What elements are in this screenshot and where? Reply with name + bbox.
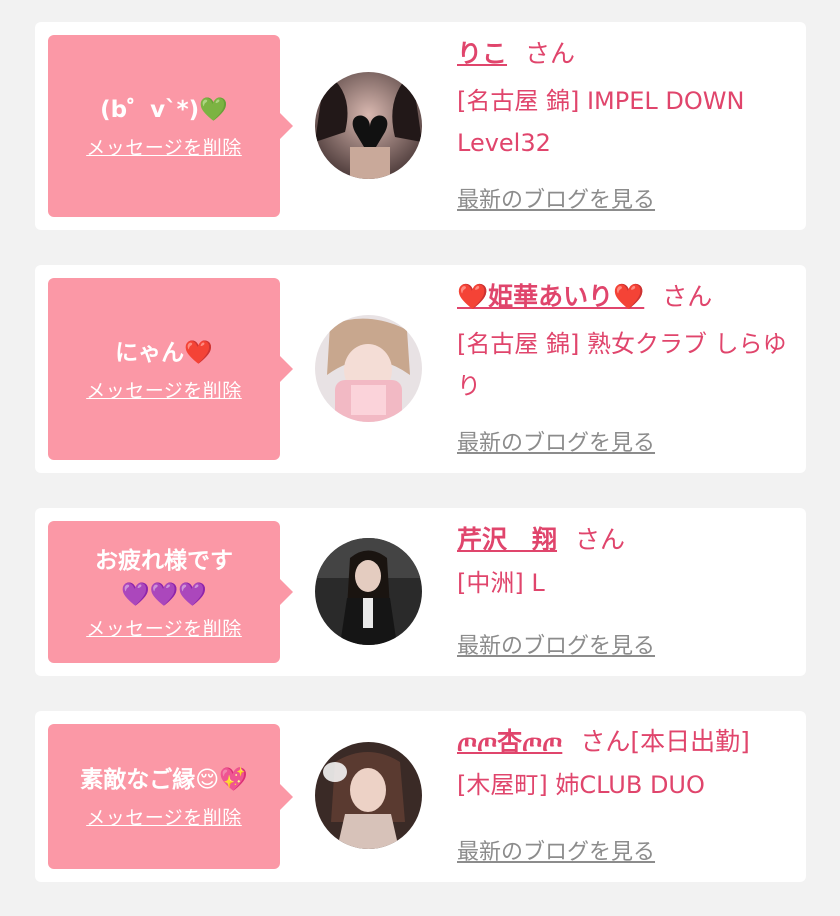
avatar-photo bbox=[315, 72, 422, 179]
avatar[interactable] bbox=[315, 315, 422, 422]
message-bubble: 素敵なご縁😌💖 メッセージを削除 bbox=[48, 724, 293, 869]
honorific: さん bbox=[575, 525, 626, 554]
message-bubble: お疲れ様です💜💜💜 メッセージを削除 bbox=[48, 521, 293, 663]
latest-blog-link[interactable]: 最新のブログを見る bbox=[457, 182, 655, 214]
message-text: (b゜v`*)💚 bbox=[100, 96, 228, 123]
avatar-photo bbox=[315, 742, 422, 849]
cast-name-link[interactable]: 芹沢 翔 bbox=[457, 525, 557, 554]
message-text: 素敵なご縁😌💖 bbox=[80, 767, 248, 793]
delete-message-link[interactable]: メッセージを削除 bbox=[86, 803, 242, 830]
cast-name-link[interactable]: ❤️姫華あいり❤️ bbox=[457, 282, 644, 311]
message-bubble: (b゜v`*)💚 メッセージを削除 bbox=[48, 35, 293, 217]
honorific: さん[本日出勤] bbox=[580, 727, 750, 756]
cast-name-link[interactable]: りこ bbox=[457, 39, 507, 68]
delete-message-link[interactable]: メッセージを削除 bbox=[86, 614, 242, 641]
shop-label: [名古屋 錦] IMPEL DOWN Level32 bbox=[457, 87, 745, 157]
avatar[interactable] bbox=[315, 72, 422, 179]
latest-blog-link[interactable]: 最新のブログを見る bbox=[457, 425, 655, 457]
message-text: にゃん❤️ bbox=[115, 339, 213, 366]
latest-blog-link[interactable]: 最新のブログを見る bbox=[457, 628, 655, 660]
avatar[interactable] bbox=[315, 538, 422, 645]
honorific: さん bbox=[662, 282, 713, 311]
avatar-photo bbox=[315, 315, 422, 422]
avatar[interactable] bbox=[315, 742, 422, 849]
honorific: さん bbox=[525, 39, 576, 68]
avatar-photo bbox=[315, 538, 422, 645]
cast-name-link[interactable]: ጦጦ杏ጦጦ bbox=[457, 727, 562, 756]
shop-label: [中洲] L bbox=[457, 569, 545, 597]
shop-label: [木屋町] 姉CLUB DUO bbox=[457, 771, 705, 799]
shop-label: [名古屋 錦] 熟女クラブ しらゆり bbox=[457, 330, 787, 400]
delete-message-link[interactable]: メッセージを削除 bbox=[86, 376, 242, 403]
latest-blog-link[interactable]: 最新のブログを見る bbox=[457, 834, 655, 866]
message-text: お疲れ様です💜💜💜 bbox=[95, 547, 233, 608]
message-bubble: にゃん❤️ メッセージを削除 bbox=[48, 278, 293, 460]
delete-message-link[interactable]: メッセージを削除 bbox=[86, 133, 242, 160]
